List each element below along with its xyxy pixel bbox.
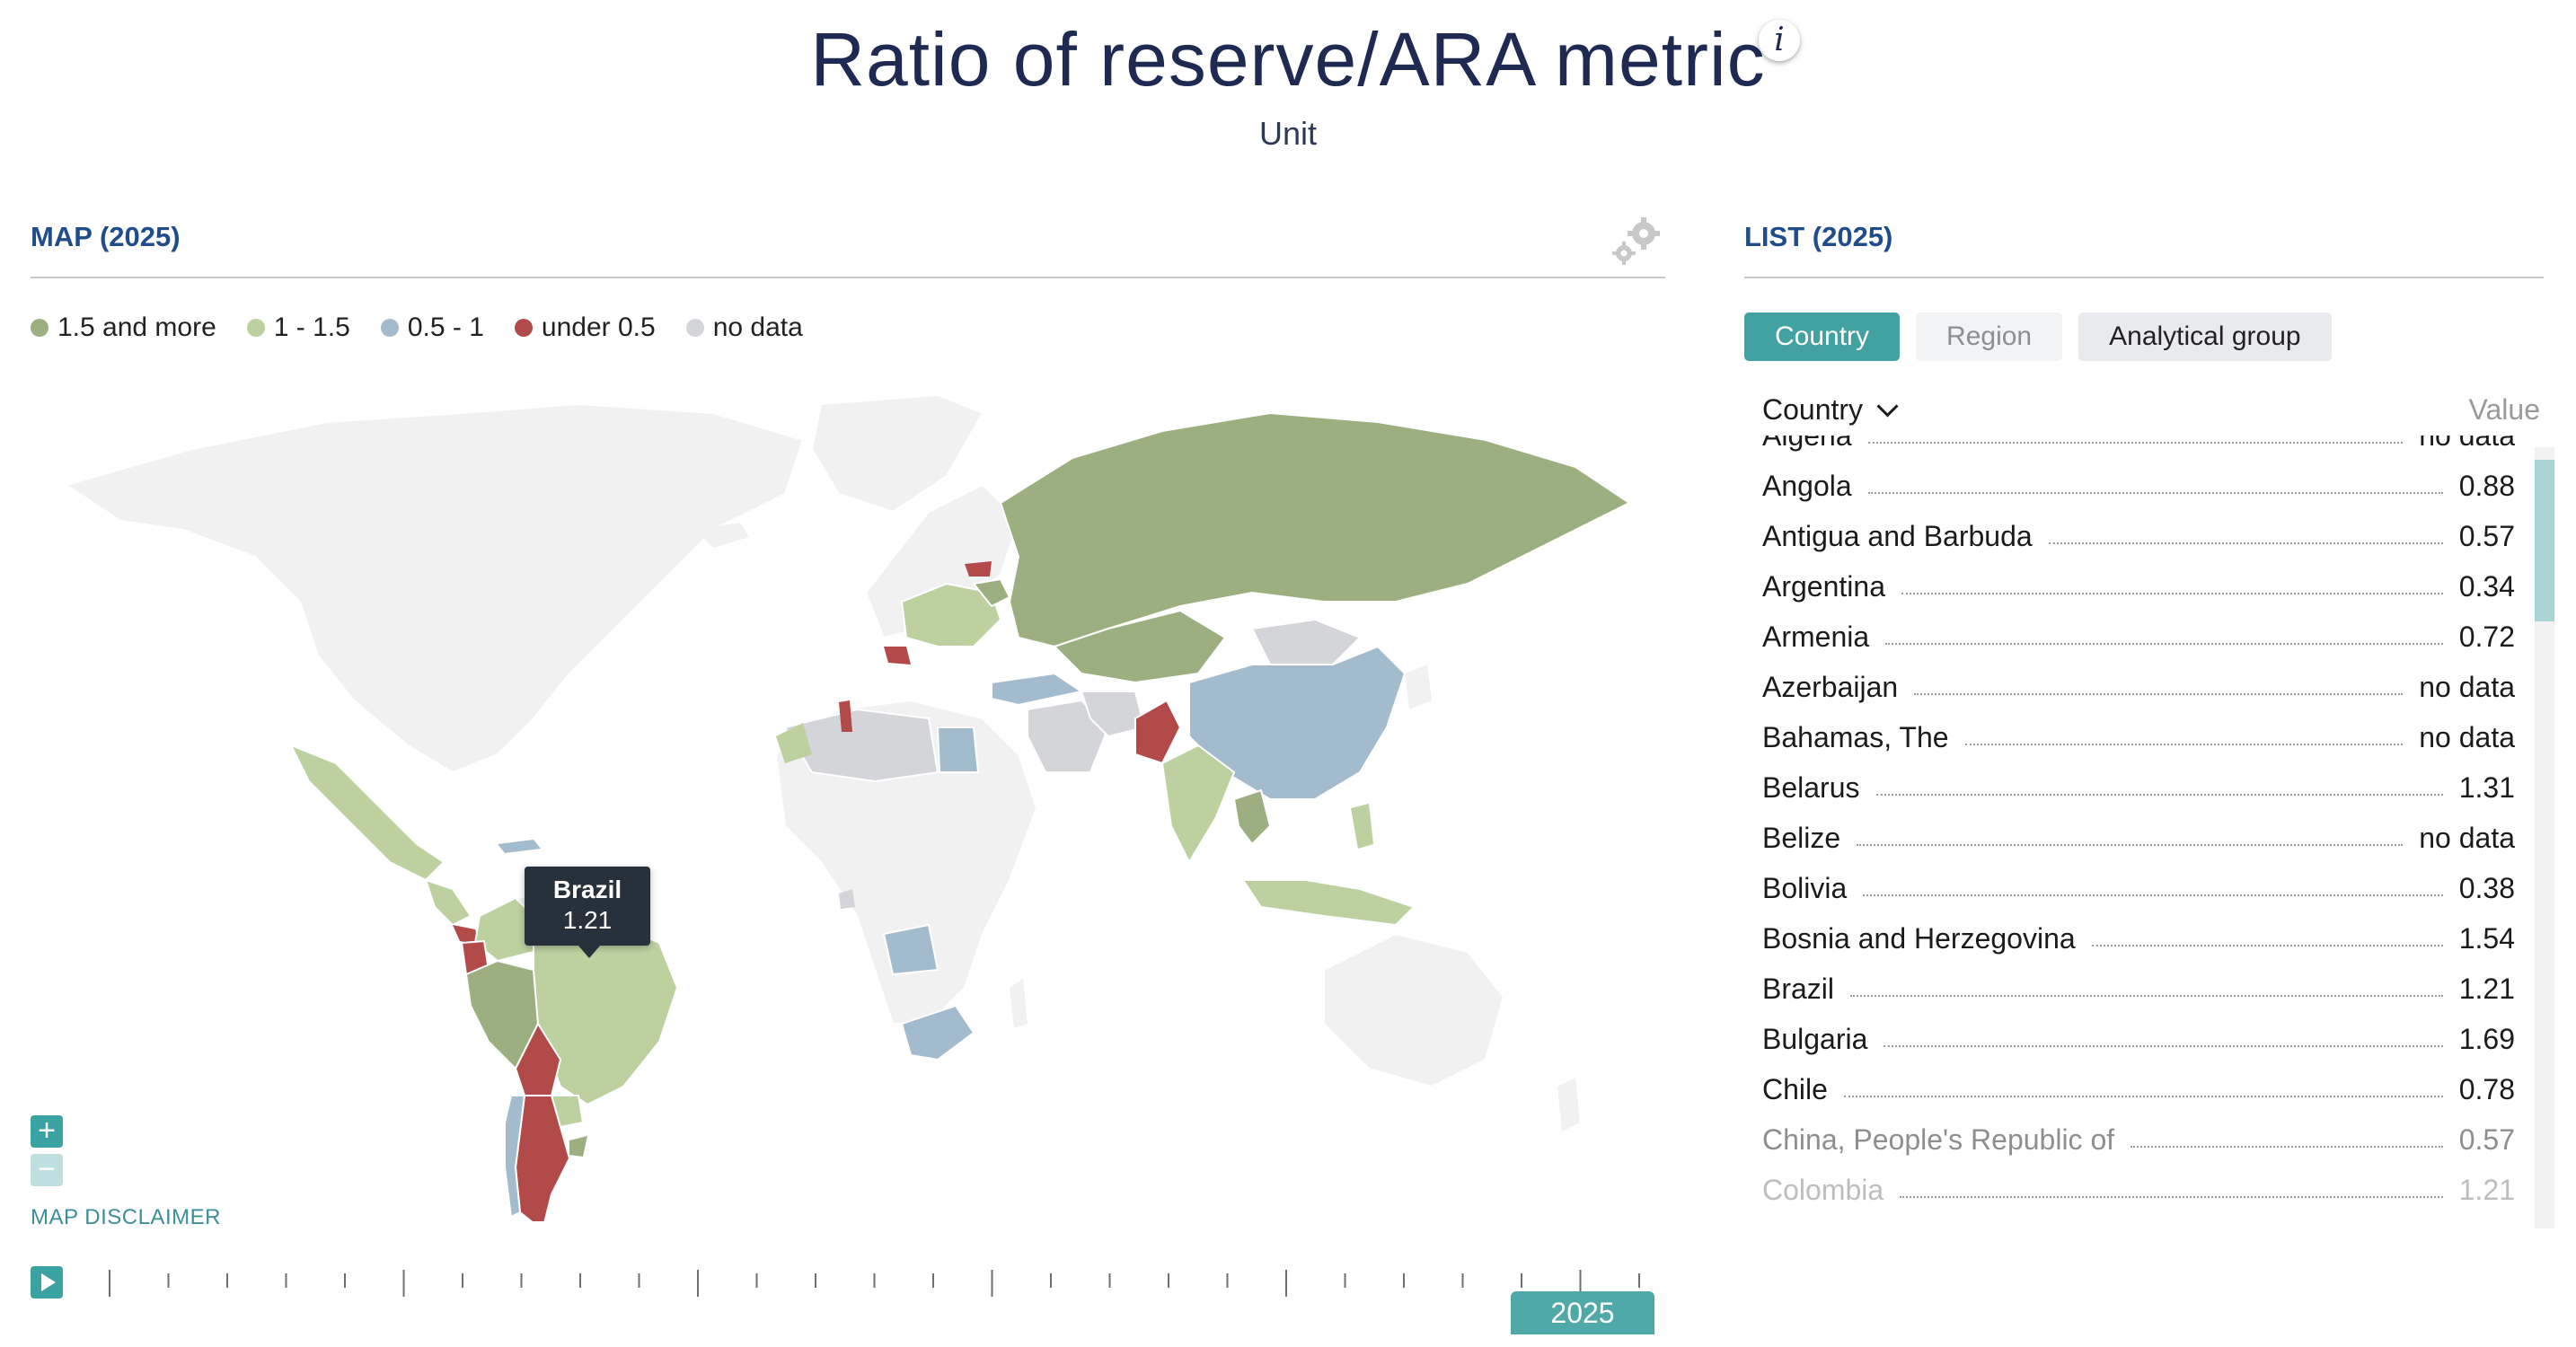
tab-region[interactable]: Region <box>1916 313 2063 361</box>
map-divider <box>31 277 1665 278</box>
list-item[interactable]: Antigua and Barbuda 0.57 <box>1762 511 2515 561</box>
tab-country[interactable]: Country <box>1744 313 1901 361</box>
timeline-ticks[interactable] <box>31 1266 1665 1302</box>
legend-item[interactable]: 0.5 - 1 <box>380 313 484 343</box>
page-title: Ratio of reserve/ARA metric <box>810 17 1766 101</box>
map-panel: MAP (2025) 1.5 and more 1 - 1.5 0.5 - 1 <box>31 216 1665 1345</box>
map-title: MAP (2025) <box>31 221 181 252</box>
country-russia[interactable] <box>999 411 1631 648</box>
country-column-header[interactable]: Country <box>1762 393 1863 426</box>
legend-item[interactable]: 1 - 1.5 <box>246 313 350 343</box>
legend-label: 0.5 - 1 <box>407 313 484 342</box>
map-tooltip: Brazil 1.21 <box>525 867 650 958</box>
list-tabs: Country Region Analytical group <box>1744 313 2332 361</box>
plus-icon: + <box>38 1114 56 1148</box>
legend-label: under 0.5 <box>541 313 656 342</box>
legend-swatch <box>380 319 399 337</box>
region-north-america[interactable] <box>64 402 805 774</box>
legend-item[interactable]: under 0.5 <box>514 313 656 343</box>
region-greenland[interactable] <box>810 393 984 514</box>
country-new-zealand[interactable] <box>1557 1078 1580 1131</box>
list-header: Country Value <box>1762 393 2553 427</box>
map-legend: 1.5 and more 1 - 1.5 0.5 - 1 under 0.5 n… <box>31 313 803 343</box>
world-map[interactable] <box>31 377 1665 1221</box>
map-disclaimer-link[interactable]: MAP DISCLAIMER <box>31 1205 221 1230</box>
region-australia[interactable] <box>1323 932 1505 1088</box>
list-item[interactable]: Brazil 1.21 <box>1762 964 2515 1014</box>
region-indonesia[interactable] <box>1241 879 1416 927</box>
list-item[interactable]: Armenia 0.72 <box>1762 612 2515 662</box>
list-title: LIST (2025) <box>1744 221 1893 252</box>
list-item[interactable]: Algeriano data <box>1762 436 2515 461</box>
tooltip-value: 1.21 <box>562 906 613 934</box>
year-timeline[interactable]: 2025 <box>31 1266 1665 1347</box>
legend-label: 1.5 and more <box>57 313 216 342</box>
region-central-america[interactable] <box>424 878 472 927</box>
tooltip-country: Brazil <box>552 876 622 903</box>
legend-label: 1 - 1.5 <box>273 313 350 342</box>
country-mongolia[interactable] <box>1250 618 1362 665</box>
list-item[interactable]: Chile 0.78 <box>1762 1064 2515 1114</box>
country-uruguay[interactable] <box>569 1136 587 1157</box>
list-item[interactable]: Bolivia 0.38 <box>1762 863 2515 913</box>
region-southeast-asia[interactable] <box>1232 788 1272 846</box>
list-item[interactable]: Argentina 0.34 <box>1762 561 2515 612</box>
chevron-down-icon[interactable] <box>1876 395 1899 418</box>
country-pakistan[interactable] <box>1134 699 1182 765</box>
country-list[interactable]: Algeriano data Angola0.88 Antigua and Ba… <box>1762 436 2515 1217</box>
legend-swatch <box>685 319 704 337</box>
list-item[interactable]: Azerbaijan no data <box>1762 662 2515 712</box>
info-icon[interactable]: i <box>1759 20 1800 61</box>
list-item[interactable]: Belarus 1.31 <box>1762 762 2515 813</box>
legend-swatch <box>246 319 265 337</box>
region-philippines[interactable] <box>1351 804 1373 849</box>
list-item[interactable]: Angola 0.88 <box>1762 461 2515 511</box>
legend-label: no data <box>712 313 803 342</box>
page-subtitle: Unit <box>1258 115 1318 152</box>
region-caribbean[interactable] <box>498 840 541 853</box>
list-item[interactable]: Colombia 1.21 <box>1762 1165 2515 1215</box>
list-item[interactable]: Bosnia and Herzegovina 1.54 <box>1762 913 2515 964</box>
minus-icon: − <box>38 1152 56 1186</box>
legend-item[interactable]: no data <box>685 313 803 343</box>
country-mexico[interactable] <box>288 744 446 882</box>
legend-item[interactable]: 1.5 and more <box>31 313 216 343</box>
list-item[interactable]: China, People's Republic of 0.57 <box>1762 1114 2515 1165</box>
gear-icon[interactable] <box>1611 214 1665 268</box>
tab-analytical-group[interactable]: Analytical group <box>2078 313 2332 361</box>
country-turkey[interactable] <box>991 672 1084 707</box>
zoom-in-button[interactable]: + <box>31 1115 63 1148</box>
list-divider <box>1744 277 2544 278</box>
list-scrollbar-thumb[interactable] <box>2535 460 2554 621</box>
country-madagascar[interactable] <box>1010 979 1028 1028</box>
current-year-badge[interactable]: 2025 <box>1511 1291 1654 1334</box>
country-egypt[interactable] <box>936 726 980 773</box>
legend-swatch <box>31 319 49 337</box>
zoom-out-button[interactable]: − <box>31 1154 63 1186</box>
list-item[interactable]: Bulgaria 1.69 <box>1762 1014 2515 1064</box>
list-item[interactable]: Bahamas, The no data <box>1762 712 2515 762</box>
region-europe-south[interactable] <box>884 647 911 665</box>
country-japan[interactable] <box>1405 665 1432 709</box>
country-angola[interactable] <box>882 923 940 976</box>
list-panel: LIST (2025) Country Region Analytical gr… <box>1744 216 2554 1345</box>
value-column-header: Value <box>2468 393 2540 426</box>
page-header: Ratio of reserve/ARA metric i Unit <box>0 0 2576 180</box>
list-item[interactable]: Belize no data <box>1762 813 2515 863</box>
legend-swatch <box>514 319 533 337</box>
